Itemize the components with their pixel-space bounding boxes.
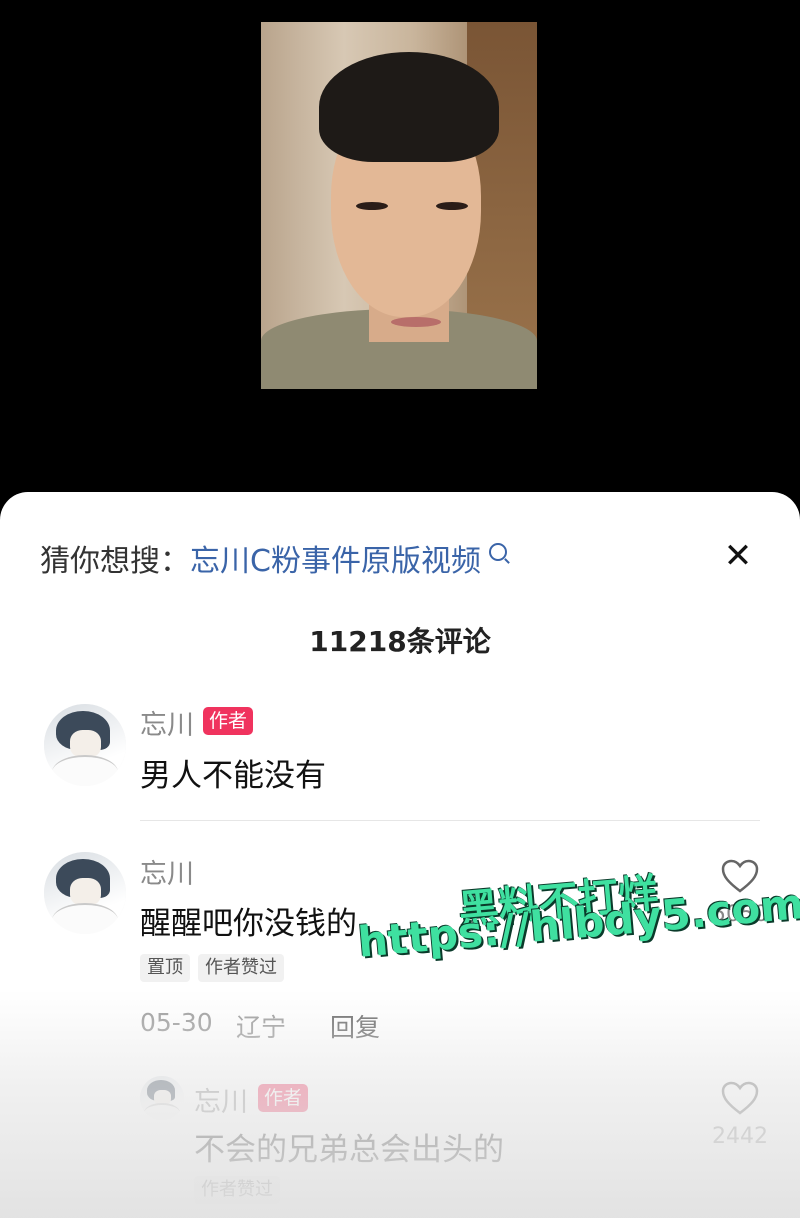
comment-text: 男人不能没有 <box>140 758 326 794</box>
avatar[interactable] <box>44 852 126 934</box>
comment-text: 醒醒吧你没钱的 <box>140 906 357 942</box>
close-icon[interactable]: ✕ <box>720 538 756 574</box>
comment-location: 辽宁 <box>236 1013 287 1042</box>
search-suggestion-prefix: 猜你想搜： <box>40 544 190 579</box>
heart-icon[interactable] <box>720 1080 760 1116</box>
author-badge: 作者 <box>203 707 254 735</box>
comment-username[interactable]: 忘川 <box>140 852 194 891</box>
comment-date: 05-30 <box>140 1008 213 1037</box>
comment-count: 11218条评论 <box>309 625 491 658</box>
video-portrait-image <box>261 22 537 389</box>
avatar[interactable] <box>140 1076 184 1120</box>
search-suggestion[interactable]: 猜你想搜： 忘川C粉事件原版视频 <box>40 536 507 580</box>
like-count: 2442 <box>712 1124 768 1149</box>
search-suggestion-term[interactable]: 忘川C粉事件原版视频 <box>190 536 481 580</box>
divider <box>140 820 760 821</box>
comment-username[interactable]: 忘川 <box>194 1080 248 1119</box>
comment-username[interactable]: 忘川 <box>140 703 194 742</box>
pinned-tag: 置顶 <box>140 954 190 982</box>
author-liked-tag: 作者赞过 <box>194 1176 280 1204</box>
comment-text: 不会的兄弟总会出头的 <box>194 1132 504 1168</box>
author-liked-tag: 作者赞过 <box>198 954 284 982</box>
video-area[interactable] <box>0 0 800 500</box>
author-badge: 作者 <box>258 1084 309 1112</box>
search-icon <box>488 543 507 561</box>
reply-button[interactable]: 回复 <box>330 1008 380 1044</box>
avatar[interactable] <box>44 704 126 786</box>
